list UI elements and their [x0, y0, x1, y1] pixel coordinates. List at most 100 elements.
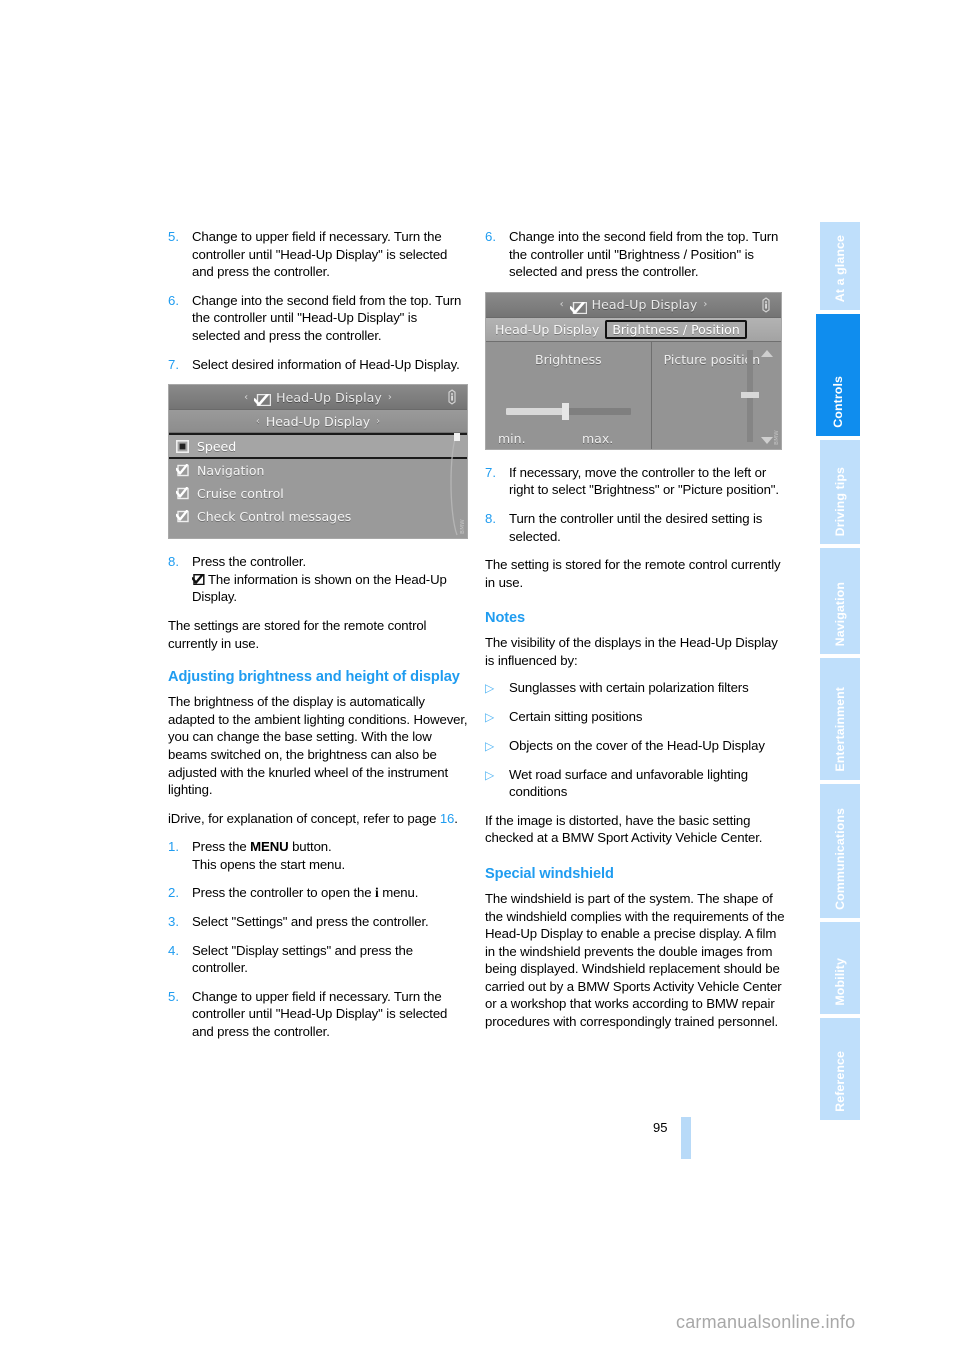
sidebar-item-controls[interactable]: Controls [816, 314, 860, 436]
list-item[interactable]: Check Control messages [169, 505, 467, 528]
checkbox-checked-icon [253, 391, 272, 407]
step-text: Select desired information of Head-Up Di… [192, 356, 460, 372]
idrive-screenshot-headup-list: ‹ Head-Up Display › ‹ Head-Up Display › … [168, 384, 468, 540]
idrive-option-list: Speed Navigation Cruise control Check Co… [169, 432, 467, 539]
paragraph-setting-stored: The setting is stored for the remote con… [485, 557, 781, 590]
step-text: Press the MENU button. This opens the sta… [192, 838, 468, 873]
tab-head-up-display[interactable]: Head-Up Display [489, 321, 605, 338]
paragraph-distorted-image: If the image is distorted, have the basi… [485, 812, 763, 846]
scrollbar[interactable] [443, 432, 461, 538]
step-item: 2. Press the controller to open the i me… [168, 884, 468, 902]
step-item: 3. Select "Settings" and press the contr… [168, 913, 468, 931]
paragraph-brightness: The brightness of the display is automat… [168, 694, 468, 798]
step-text-pre: Press the [192, 839, 251, 855]
triangle-bullet-icon: ▷ [485, 738, 495, 753]
list-item[interactable]: Navigation [169, 459, 467, 482]
paragraph-notes-intro: The visibility of the displays in the He… [485, 635, 778, 668]
step-item: 5. Change to upper field if necessary. T… [168, 988, 468, 1041]
step-text-post: button. [288, 839, 332, 855]
checkbox-unchecked-icon [176, 439, 189, 453]
triangle-bullet-icon: ▷ [485, 680, 495, 695]
picture-position-slider-knob[interactable] [741, 391, 759, 398]
list-item[interactable]: Cruise control [169, 482, 467, 505]
brightness-label: Brightness [535, 351, 602, 367]
sidebar-item-label: Reference [833, 1051, 847, 1112]
brightness-slider-knob[interactable] [562, 402, 570, 420]
step-number: 8. [168, 554, 179, 570]
left-column: 5. Change to upper field if necessary. T… [168, 228, 468, 1052]
sidebar-item-driving-tips[interactable]: Driving tips [820, 440, 860, 544]
right-arrow-icon: › [387, 391, 392, 403]
step-item: 8. Press the controller. The information… [168, 553, 468, 606]
sidebar-item-label: Entertainment [833, 687, 847, 772]
brightness-panel[interactable]: Brightness min. max. [486, 341, 652, 449]
checkbox-checked-icon [568, 299, 587, 314]
brightness-min-label: min. [498, 430, 526, 446]
right-arrow-icon: › [376, 415, 381, 427]
paragraph-idrive-reference: iDrive, for explanation of concept, refe… [168, 810, 468, 828]
idrive-panels: Brightness min. max. Picture position [486, 341, 781, 449]
site-watermark: carmanualsonline.info [676, 1312, 856, 1332]
sidebar-item-mobility[interactable]: Mobility [820, 922, 860, 1014]
step-number: 6. [168, 292, 179, 308]
step-item: 7. If necessary, move the controller to … [485, 464, 785, 499]
right-column: 6. Change into the second field from the… [485, 228, 785, 1042]
sidebar-item-communications[interactable]: Communications [820, 784, 860, 918]
step-number: 4. [168, 942, 179, 958]
idrive-titlebar: ‹ Head-Up Display › [486, 292, 781, 318]
step-item: 1. Press the MENU button. This opens the … [168, 838, 468, 873]
picture-position-label: Picture position [663, 351, 761, 367]
idrive-subtitle-bar: ‹ Head-Up Display › [169, 410, 467, 434]
step-number: 5. [168, 988, 179, 1004]
bullet-item: ▷ Certain sitting positions [485, 708, 785, 726]
sidebar-item-entertainment[interactable]: Entertainment [820, 658, 860, 780]
idrive-tab-bar: Head-Up Display Brightness / Position [486, 317, 781, 342]
idrive-ref-suffix: . [454, 810, 458, 826]
list-item[interactable]: Speed [169, 433, 467, 460]
idrive-subtitle: Head-Up Display [265, 413, 371, 429]
idrive-title: Head-Up Display [276, 389, 382, 405]
arrow-down-icon[interactable] [761, 436, 773, 444]
step-number: 7. [168, 356, 179, 372]
brightness-max-label: max. [582, 430, 614, 446]
step-item: 7. Select desired information of Head-Up… [168, 356, 468, 374]
list-item-label: Cruise control [197, 486, 284, 502]
step-number: 5. [168, 229, 179, 244]
bullet-text: Objects on the cover of the Head-Up Disp… [509, 737, 765, 753]
paragraph-windshield: The windshield is part of the system. Th… [485, 890, 785, 1030]
sidebar-item-label: Mobility [833, 958, 847, 1006]
brightness-slider-fill [506, 407, 564, 415]
step-number: 3. [168, 914, 179, 930]
step-number: 1. [168, 839, 179, 855]
idrive-screenshot-brightness-position: ‹ Head-Up Display › Head-Up Display Brig… [485, 291, 782, 450]
sidebar-item-reference[interactable]: Reference [820, 1018, 860, 1120]
left-arrow-icon: ‹ [559, 299, 564, 311]
sidebar-item-label: Controls [831, 376, 845, 428]
step-number: 2. [168, 885, 179, 901]
sidebar-item-navigation[interactable]: Navigation [820, 548, 860, 654]
bullet-text: Certain sitting positions [509, 708, 643, 724]
arrow-up-icon[interactable] [761, 349, 773, 357]
step-text: Select "Display settings" and press the … [192, 942, 413, 976]
bullet-item: ▷ Wet road surface and unfavorable light… [485, 766, 785, 801]
sidebar-item-at-a-glance[interactable]: At a glance [820, 222, 860, 310]
brightness-slider[interactable] [506, 402, 631, 420]
checkbox-checked-icon [192, 573, 205, 585]
heading-special-windshield: Special windshield [485, 865, 614, 882]
step-text-post: menu. [378, 885, 419, 901]
step-item: 6. Change into the second field from the… [168, 292, 468, 345]
idrive-title: Head-Up Display [591, 297, 698, 313]
step-text-line1: Press the controller. [192, 554, 307, 570]
page-reference-link[interactable]: 16 [440, 811, 455, 826]
step-text: Select "Settings" and press the controll… [192, 914, 429, 930]
page-marker-bar [681, 1117, 691, 1159]
picture-position-panel[interactable]: Picture position [652, 342, 781, 449]
step-number: 7. [485, 464, 496, 480]
step-item: 8. Turn the controller until the desired… [485, 510, 785, 545]
tab-brightness-position[interactable]: Brightness / Position [605, 319, 747, 339]
figure-watermark: BMW [774, 429, 780, 445]
bullet-item: ▷ Objects on the cover of the Head-Up Di… [485, 737, 785, 755]
checkbox-checked-icon [175, 464, 189, 477]
step-text-bold: MENU [250, 839, 289, 855]
sidebar-item-label: Driving tips [833, 466, 847, 536]
